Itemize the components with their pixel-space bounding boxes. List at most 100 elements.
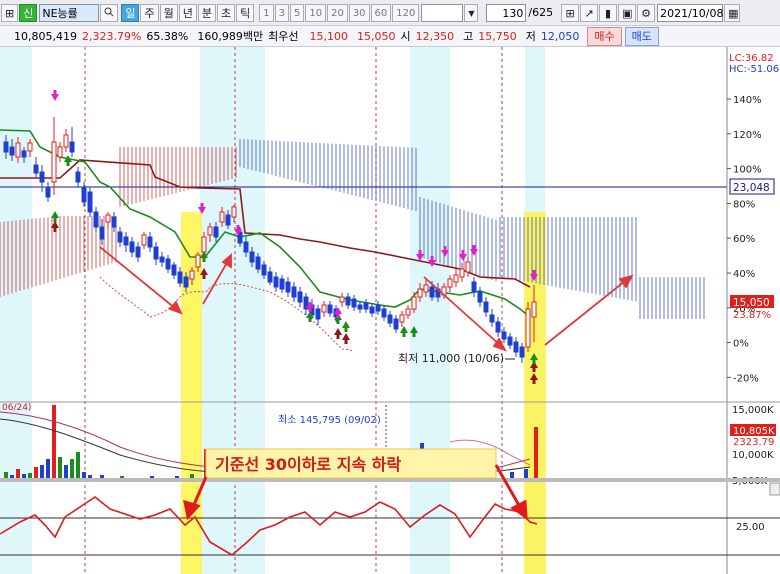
interval-button[interactable]: 30 [348, 3, 370, 22]
count-field[interactable]: 130 [486, 3, 527, 22]
candle-body [111, 216, 117, 228]
candle-body [495, 321, 501, 333]
price-tick-label: 60% [733, 234, 755, 245]
period-button[interactable]: 분 [197, 3, 216, 22]
signal-stem [236, 225, 240, 229]
turnover-rate: 65.38% [146, 29, 189, 43]
interval-button[interactable]: 5 [289, 3, 305, 22]
candle-body [165, 258, 171, 270]
candle-body [285, 281, 291, 293]
signal-stem [532, 368, 536, 372]
high-value: 15,750 [478, 29, 517, 43]
interval-custom-field[interactable] [421, 3, 464, 22]
period-button[interactable]: 일 [121, 3, 140, 22]
interval-button[interactable]: 10 [305, 3, 327, 22]
oscillator-line [0, 496, 538, 556]
candle-body [369, 306, 375, 314]
candle-body [357, 304, 363, 310]
volume-partial-label: 06/24) [2, 403, 31, 413]
stock-name-field[interactable]: NE능률 [39, 3, 100, 22]
sell-signal-icon [470, 249, 478, 256]
candle-body [27, 142, 33, 152]
price-axis-ticks: 140%120%100%80%60%40%20%0%-20% [727, 95, 762, 384]
volume-bar [34, 467, 38, 478]
candle-body [339, 296, 345, 303]
candle-body [219, 211, 225, 223]
candle-body [231, 206, 237, 218]
volume-bar [534, 427, 538, 478]
candle-body [33, 164, 39, 174]
candle-body [291, 286, 297, 298]
buy-signal-icon [342, 333, 350, 340]
period-button[interactable]: 월 [159, 3, 178, 22]
volume-tick-2: 10,000K [732, 450, 774, 461]
volume-pct-label: 2323.79 [733, 437, 774, 448]
candle-body [405, 308, 411, 316]
ichimoku-cloud [0, 139, 705, 319]
trade-amount: 160,989백만 [197, 30, 264, 43]
volume-bar [76, 452, 80, 478]
candle-body [195, 254, 201, 268]
candle-body [93, 211, 99, 228]
candle-body [3, 141, 9, 153]
interval-button[interactable]: 120 [392, 3, 420, 22]
candle-body [129, 241, 135, 253]
candle-body [489, 314, 495, 323]
period-button[interactable]: 틱 [236, 3, 255, 22]
chevron-down-icon[interactable]: ▼ [464, 3, 479, 22]
candle-body [135, 246, 141, 258]
candle-body [243, 241, 249, 253]
signal-stem [532, 380, 536, 384]
price-tick-label: 0% [733, 339, 749, 350]
save-icon[interactable]: ▣ [618, 3, 637, 22]
candle-body [255, 256, 261, 270]
calendar-icon[interactable]: ▦ [724, 3, 741, 22]
candle-body [483, 301, 489, 313]
volume-bar [524, 469, 528, 478]
chart-settings-icon[interactable]: ⊞ [561, 3, 580, 22]
panel-toggle-icon[interactable] [769, 482, 780, 496]
gear-icon[interactable]: ⚙ [637, 3, 656, 22]
stock-search-button[interactable] [100, 3, 119, 22]
candle-body [171, 264, 177, 276]
candle-body [411, 296, 417, 310]
interval-button[interactable]: 60 [370, 3, 392, 22]
volume-bar [52, 405, 56, 478]
signal-stem [443, 246, 447, 250]
period-button[interactable]: 주 [140, 3, 159, 22]
candle-body [99, 226, 105, 240]
best-ask-value: 15,100 [309, 29, 348, 43]
candle-body [189, 270, 195, 280]
signal-stem [202, 258, 206, 262]
hc-label: HC:-51.06 [729, 64, 779, 75]
line-tool-icon[interactable]: ↗ [580, 3, 599, 22]
sell-button[interactable]: 매도 [624, 26, 659, 46]
interval-button[interactable]: 20 [327, 3, 348, 22]
best-bid-value: 15,050 [356, 29, 396, 43]
candle-body [177, 271, 183, 284]
chart-canvas[interactable]: 최저 11,000 (10/06) 140% 120% 100% 80% 60% 40% 2… [0, 47, 780, 574]
menu-icon[interactable]: ⊞ [1, 3, 19, 22]
interval-button[interactable]: 3 [274, 3, 289, 22]
date-field[interactable]: 2021/10/08 [657, 3, 723, 22]
signal-stem [202, 275, 206, 279]
candle-body [81, 186, 87, 203]
period-button[interactable]: 초 [216, 3, 236, 22]
search-icon [104, 7, 114, 16]
interval-button[interactable]: 1 [259, 3, 274, 22]
buy-button[interactable]: 매수 [587, 26, 622, 46]
candle-body [399, 314, 405, 323]
candle-body [525, 308, 531, 348]
volume-bar [70, 459, 74, 478]
signal-stem [472, 245, 476, 249]
price-tick-label: -20% [733, 373, 759, 384]
best-ask-label: 최우선 [268, 30, 299, 43]
market-tag[interactable]: 신 [19, 3, 38, 22]
signal-stem [66, 162, 70, 166]
lc-label: LC:36.82 [729, 53, 774, 64]
volume-bar [120, 476, 124, 478]
bar-chart-icon[interactable]: ▮ [599, 3, 618, 22]
signal-stem [53, 90, 57, 94]
candle-body [153, 246, 159, 260]
period-button[interactable]: 년 [178, 3, 197, 22]
